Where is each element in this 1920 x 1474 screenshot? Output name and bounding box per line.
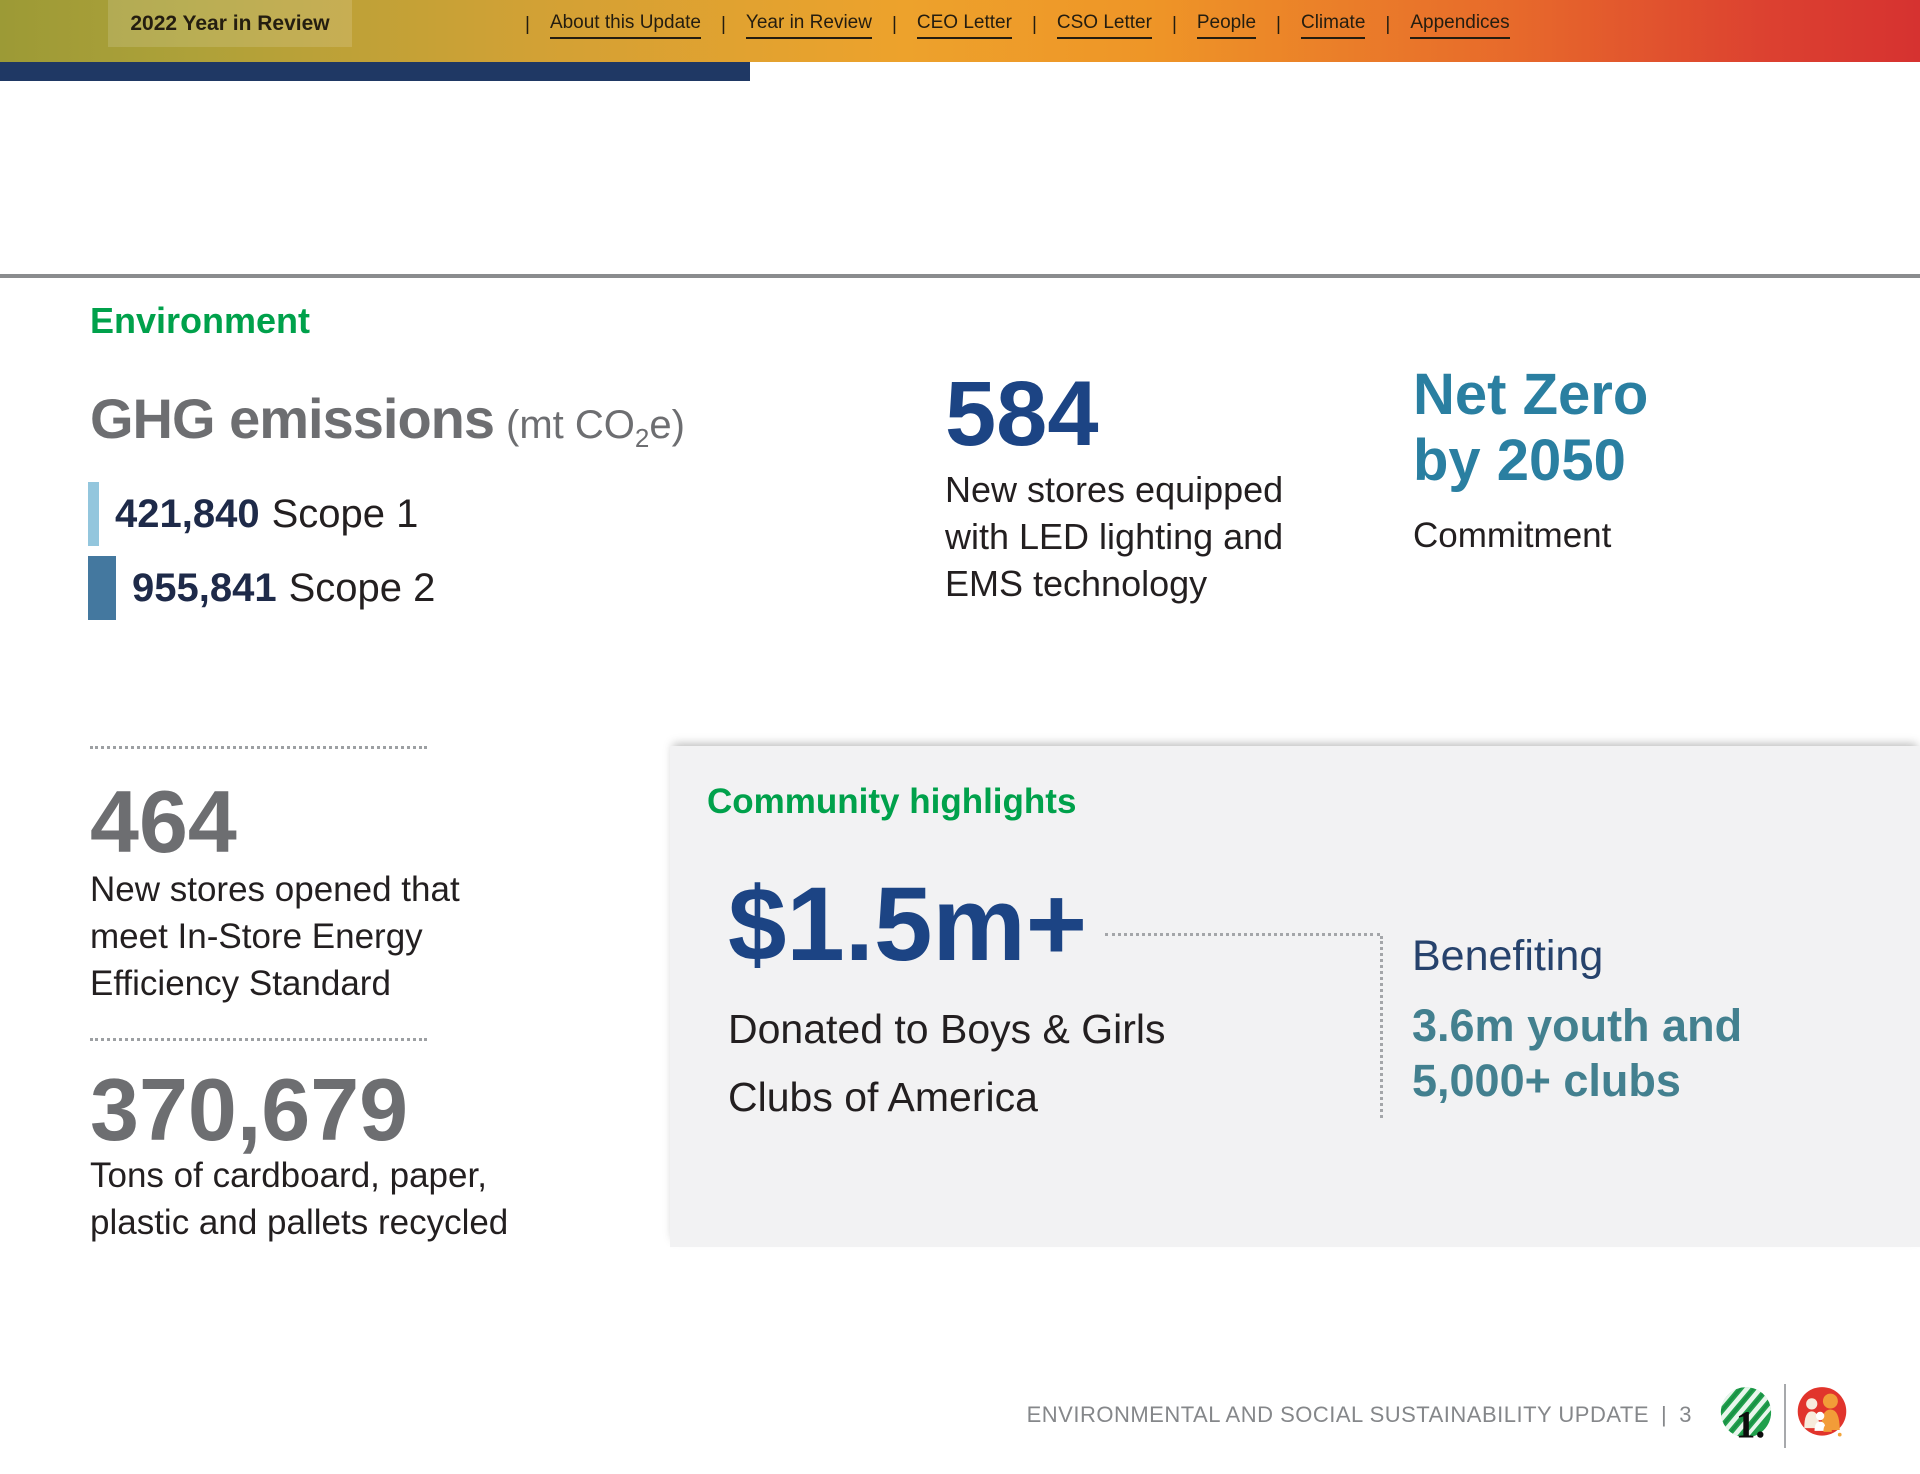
scope1-category: Scope 1: [272, 492, 419, 536]
top-nav: | About this Update | Year in Review | C…: [525, 0, 1510, 50]
stat-led-line: EMS technology: [945, 560, 1283, 607]
net-zero-commitment: Net Zero by 2050: [1413, 362, 1648, 494]
community-heading: Community highlights: [707, 782, 1076, 822]
nav-link-about-this-update[interactable]: About this Update: [550, 12, 701, 39]
nav-separator: |: [892, 14, 897, 36]
stat-efficiency-line: meet In-Store Energy: [90, 913, 460, 960]
scope2-label: 955,841 Scope 2: [132, 566, 435, 611]
ghg-bar-row-scope2: 955,841 Scope 2: [88, 556, 435, 620]
ghg-unit-subscript: 2: [635, 423, 649, 453]
stat-efficiency-description: New stores opened that meet In-Store Ene…: [90, 866, 460, 1007]
footer-label: ENVIRONMENTAL AND SOCIAL SUSTAINABILITY …: [1027, 1402, 1649, 1428]
benefit-detail: 3.6m youth and 5,000+ clubs: [1412, 998, 1742, 1108]
nav-link-climate[interactable]: Climate: [1301, 12, 1365, 39]
section-divider-line: [0, 274, 1920, 278]
stat-efficiency-line: Efficiency Standard: [90, 960, 460, 1007]
nav-link-year-in-review[interactable]: Year in Review: [746, 12, 872, 39]
stat-recycled-value: 370,679: [90, 1066, 408, 1154]
dotted-divider: [90, 746, 427, 749]
footer: ENVIRONMENTAL AND SOCIAL SUSTAINABILITY …: [1027, 1402, 1692, 1428]
donation-line: Clubs of America: [728, 1063, 1166, 1131]
ghg-unit-pre: (mt CO: [506, 403, 635, 447]
benefit-line: 3.6m youth and: [1412, 998, 1742, 1053]
ghg-title-text: GHG emissions: [90, 387, 494, 450]
stat-recycled-line: Tons of cardboard, paper,: [90, 1152, 508, 1199]
dollar-tree-numeral: 1.: [1736, 1403, 1765, 1446]
ghg-unit-post: e): [649, 403, 685, 447]
donation-value: $1.5m+: [728, 872, 1087, 977]
scope1-bar: [88, 482, 99, 546]
nav-link-ceo-letter[interactable]: CEO Letter: [917, 12, 1012, 39]
scope2-value: 955,841: [132, 566, 277, 610]
stat-recycled-description: Tons of cardboard, paper, plastic and pa…: [90, 1152, 508, 1246]
stat-led-line: New stores equipped: [945, 466, 1283, 513]
benefit-intro: Benefiting: [1412, 932, 1603, 981]
net-zero-label: Commitment: [1413, 516, 1611, 556]
top-nav-bar: 2022 Year in Review | About this Update …: [0, 0, 1920, 62]
nav-link-people[interactable]: People: [1197, 12, 1256, 39]
stat-efficiency-value: 464: [90, 778, 237, 866]
dotted-divider: [90, 1038, 427, 1041]
scope1-value: 421,840: [115, 492, 260, 536]
stat-led-value: 584: [945, 368, 1099, 460]
stat-led-description: New stores equipped with LED lighting an…: [945, 466, 1283, 607]
dotted-connector-vertical: [1380, 936, 1383, 1118]
logo-divider-line: [1784, 1384, 1786, 1448]
nav-separator: |: [1032, 14, 1037, 36]
nav-separator: |: [1276, 14, 1281, 36]
report-page: 2022 Year in Review | About this Update …: [0, 0, 1920, 1474]
report-title: 2022 Year in Review: [130, 12, 329, 36]
net-zero-line: by 2050: [1413, 428, 1648, 494]
footer-separator: |: [1661, 1402, 1667, 1428]
stat-recycled-line: plastic and pallets recycled: [90, 1199, 508, 1246]
scope1-label: 421,840 Scope 1: [115, 492, 418, 537]
net-zero-line: Net Zero: [1413, 362, 1648, 428]
scope2-bar: [88, 556, 116, 620]
stat-led-line: with LED lighting and: [945, 513, 1283, 560]
nav-separator: |: [1172, 14, 1177, 36]
dollar-tree-logo: 1.: [1718, 1386, 1774, 1446]
nav-link-cso-letter[interactable]: CSO Letter: [1057, 12, 1152, 39]
scope2-category: Scope 2: [289, 566, 436, 610]
nav-separator: |: [721, 14, 726, 36]
dotted-connector-horizontal: [1105, 933, 1380, 936]
page-number: 3: [1679, 1402, 1692, 1428]
donation-line: Donated to Boys & Girls: [728, 995, 1166, 1063]
ghg-emissions-title: GHG emissions (mt CO2e): [90, 386, 685, 454]
nav-separator: |: [525, 14, 530, 36]
nav-separator: |: [1385, 14, 1390, 36]
ghg-unit: (mt CO2e): [506, 403, 685, 447]
donation-description: Donated to Boys & Girls Clubs of America: [728, 995, 1166, 1131]
report-title-tab: 2022 Year in Review: [108, 0, 352, 47]
nav-link-appendices[interactable]: Appendices: [1410, 12, 1509, 39]
ghg-bar-row-scope1: 421,840 Scope 1: [88, 482, 418, 546]
environment-section-heading: Environment: [90, 300, 310, 342]
stat-efficiency-line: New stores opened that: [90, 866, 460, 913]
benefit-line: 5,000+ clubs: [1412, 1053, 1742, 1108]
family-dollar-logo: [1794, 1386, 1850, 1446]
